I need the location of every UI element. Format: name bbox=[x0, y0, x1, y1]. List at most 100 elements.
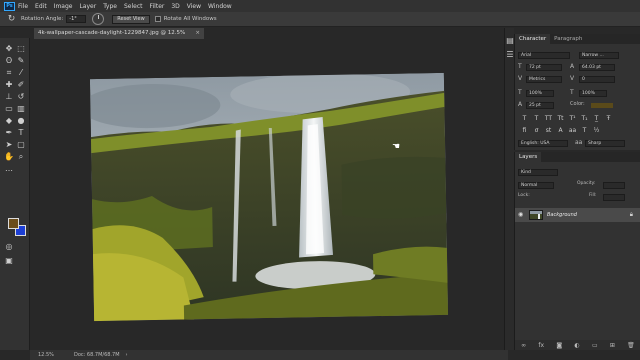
opacity-input[interactable] bbox=[603, 182, 625, 189]
menu-view[interactable]: View bbox=[187, 3, 201, 10]
move-tool-icon[interactable]: ✥ bbox=[4, 44, 14, 54]
lock-icon: 🔒︎ bbox=[629, 211, 633, 218]
rotate-all-windows-checkbox[interactable] bbox=[154, 16, 161, 22]
waterfall-landscape-image bbox=[89, 72, 449, 322]
type-tool-icon[interactable]: T bbox=[16, 128, 26, 138]
lasso-tool-icon[interactable]: ʘ bbox=[4, 56, 14, 66]
photoshop-logo: Ps bbox=[4, 1, 15, 11]
gradient-tool-icon[interactable]: ▥ bbox=[16, 104, 26, 114]
status-menu-arrow[interactable]: › bbox=[126, 352, 128, 358]
rotation-angle-input[interactable]: -1° bbox=[66, 15, 87, 23]
link-layers-icon[interactable]: ∞ bbox=[521, 342, 526, 349]
dodge-tool-icon[interactable]: ● bbox=[16, 116, 26, 126]
eraser-tool-icon[interactable]: ▭ bbox=[4, 104, 14, 114]
horizontal-scale-input[interactable]: 100% bbox=[579, 90, 607, 97]
ligatures-icon[interactable]: fi bbox=[520, 126, 529, 135]
rotate-view-icon[interactable]: ↻ bbox=[6, 14, 17, 25]
menu-filter[interactable]: Filter bbox=[150, 3, 165, 10]
titling-icon[interactable]: aa bbox=[568, 126, 577, 135]
old-style-icon[interactable]: ơ bbox=[532, 126, 541, 135]
underline-icon[interactable]: T̲ bbox=[592, 114, 601, 123]
screen-mode-icon[interactable]: ▣ bbox=[4, 256, 14, 266]
shape-tool-icon[interactable]: ▢ bbox=[16, 140, 26, 150]
layer-style-icon[interactable]: fx bbox=[538, 342, 544, 349]
rotation-dial[interactable] bbox=[92, 13, 105, 25]
visibility-eye-icon[interactable]: ◉ bbox=[518, 211, 525, 218]
leading-input[interactable]: 64.03 pt bbox=[579, 64, 615, 71]
tab-character[interactable]: Character bbox=[515, 34, 551, 44]
more-tools-icon[interactable]: … bbox=[4, 164, 14, 174]
menu-window[interactable]: Window bbox=[208, 3, 232, 10]
close-icon[interactable]: × bbox=[195, 28, 200, 39]
hand-tool-icon[interactable]: ✋ bbox=[4, 152, 14, 162]
menu-file[interactable]: File bbox=[18, 3, 28, 10]
adjustment-layer-icon[interactable]: ◐ bbox=[574, 342, 579, 349]
kerning-select[interactable]: Metrics bbox=[526, 76, 562, 83]
subscript-icon[interactable]: T₁ bbox=[580, 114, 589, 123]
menu-type[interactable]: Type bbox=[103, 3, 117, 10]
tab-paragraph[interactable]: Paragraph bbox=[550, 34, 586, 44]
menu-layer[interactable]: Layer bbox=[79, 3, 96, 10]
text-color-swatch[interactable] bbox=[591, 103, 613, 108]
font-style-select[interactable]: Narrow ... bbox=[579, 52, 619, 59]
marquee-tool-icon[interactable]: ⬚ bbox=[16, 44, 26, 54]
status-bar: 12.5% Doc: 68.7M/68.7M › bbox=[30, 350, 508, 360]
clone-stamp-tool-icon[interactable]: ⊥ bbox=[4, 92, 14, 102]
document-tab[interactable]: 4k-wallpaper-cascade-daylight-1229847.jp… bbox=[34, 28, 204, 47]
menu-bar: Ps File Edit Image Layer Type Select Fil… bbox=[0, 0, 640, 12]
fractions-icon[interactable]: ½ bbox=[592, 126, 601, 135]
tab-layers[interactable]: Layers bbox=[515, 152, 542, 162]
swash-icon[interactable]: st bbox=[544, 126, 553, 135]
eyedropper-tool-icon[interactable]: ⁄ bbox=[16, 68, 26, 78]
font-size-input[interactable]: 72 pt bbox=[526, 64, 562, 71]
vertical-scale-input[interactable]: 100% bbox=[526, 90, 554, 97]
fill-input[interactable] bbox=[603, 194, 625, 201]
leading-icon: A bbox=[570, 63, 575, 70]
crop-tool-icon[interactable]: ⌗ bbox=[4, 68, 14, 78]
layer-row-background[interactable]: ◉ Background 🔒︎ bbox=[515, 208, 640, 222]
faux-italic-icon[interactable]: T bbox=[532, 114, 541, 123]
character-panel: Character Paragraph Arial Narrow ... T 7… bbox=[514, 34, 640, 150]
menu-select[interactable]: Select bbox=[124, 3, 143, 10]
zoom-tool-icon[interactable]: ⌕ bbox=[16, 152, 26, 162]
layer-thumbnail bbox=[529, 210, 543, 220]
zoom-level[interactable]: 12.5% bbox=[38, 352, 66, 358]
menu-edit[interactable]: Edit bbox=[35, 3, 47, 10]
healing-brush-tool-icon[interactable]: ✚ bbox=[4, 80, 14, 90]
layer-mask-icon[interactable]: ◙ bbox=[556, 342, 562, 349]
antialias-select[interactable]: Sharp bbox=[585, 140, 625, 147]
quick-mask-icon[interactable]: ◎ bbox=[4, 242, 14, 252]
brush-tool-icon[interactable]: ✐ bbox=[16, 80, 26, 90]
blend-mode-select[interactable]: Normal bbox=[518, 182, 554, 189]
canvas-area[interactable]: ☚ bbox=[34, 40, 504, 348]
faux-bold-icon[interactable]: T bbox=[520, 114, 529, 123]
small-caps-icon[interactable]: Tt bbox=[556, 114, 565, 123]
strikethrough-icon[interactable]: Ŧ bbox=[604, 114, 613, 123]
blur-tool-icon[interactable]: ◆ bbox=[4, 116, 14, 126]
antialias-icon: aa bbox=[575, 139, 583, 146]
reset-view-button[interactable]: Reset View bbox=[112, 14, 150, 24]
menu-image[interactable]: Image bbox=[54, 3, 73, 10]
language-select[interactable]: English: USA bbox=[518, 140, 568, 147]
superscript-icon[interactable]: T¹ bbox=[568, 114, 577, 123]
foreground-color-swatch[interactable] bbox=[8, 218, 19, 229]
pen-tool-icon[interactable]: ✒ bbox=[4, 128, 14, 138]
new-layer-icon[interactable]: ⊞ bbox=[610, 342, 615, 349]
quick-select-tool-icon[interactable]: ✎ bbox=[16, 56, 26, 66]
baseline-shift-input[interactable]: 25 pt bbox=[526, 102, 554, 109]
delete-layer-icon[interactable]: 🗑︎ bbox=[627, 342, 635, 349]
layer-name[interactable]: Background bbox=[547, 208, 577, 222]
options-bar: ↻ Rotation Angle: -1° Reset View Rotate … bbox=[0, 12, 640, 27]
menu-3d[interactable]: 3D bbox=[171, 3, 179, 10]
layer-kind-filter[interactable]: Kind bbox=[518, 169, 558, 176]
path-select-tool-icon[interactable]: ➤ bbox=[4, 140, 14, 150]
all-caps-icon[interactable]: TT bbox=[544, 114, 553, 123]
tracking-input[interactable]: 0 bbox=[579, 76, 615, 83]
lock-label: Lock: bbox=[518, 193, 530, 198]
vertical-scale-icon: T bbox=[518, 89, 522, 96]
ordinals-icon[interactable]: T bbox=[580, 126, 589, 135]
stylistic-alt-icon[interactable]: A bbox=[556, 126, 565, 135]
font-family-select[interactable]: Arial bbox=[518, 52, 570, 59]
history-brush-tool-icon[interactable]: ↺ bbox=[16, 92, 26, 102]
new-group-icon[interactable]: ▭ bbox=[592, 342, 598, 349]
